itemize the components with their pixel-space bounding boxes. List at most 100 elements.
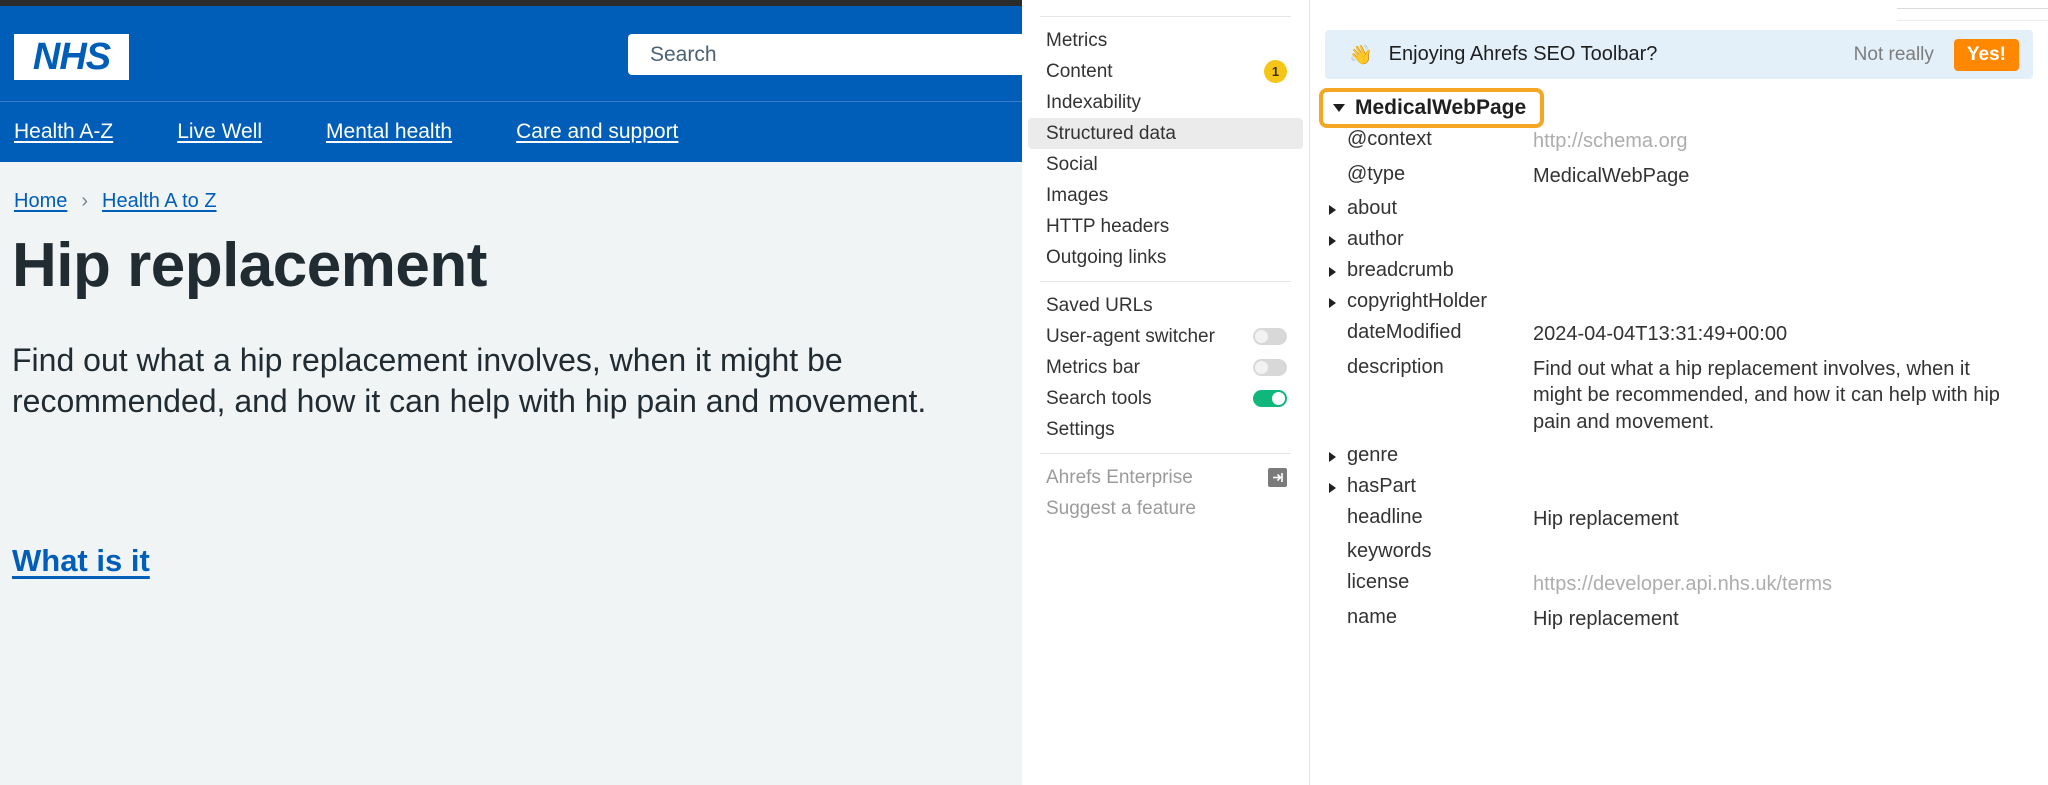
nhs-logo-text: NHS [33, 38, 110, 76]
menu-item-structured-data[interactable]: Structured data [1028, 118, 1303, 149]
structured-data-row[interactable]: genre [1311, 440, 2048, 471]
nhs-header: NHS Search [0, 6, 1022, 101]
structured-data-row[interactable]: copyrightHolder [1311, 286, 2048, 317]
nhs-webpage: NHS Search Health A-Z Live Well Mental hea… [0, 0, 1022, 785]
menu-item-label: Images [1046, 185, 1108, 207]
menu-divider [1040, 453, 1291, 454]
structured-data-row: descriptionFind out what a hip replaceme… [1311, 352, 2048, 440]
twisty-spacer [1329, 571, 1347, 579]
toggle-search-tools[interactable] [1253, 390, 1287, 407]
chevron-right-icon[interactable] [1329, 259, 1347, 277]
breadcrumb-item-home[interactable]: Home [14, 190, 67, 213]
structured-data-value: MedicalWebPage [1533, 163, 2048, 190]
nhs-logo[interactable]: NHS [14, 34, 129, 80]
menu-item-label: Metrics [1046, 30, 1107, 52]
structured-data-key: license [1347, 571, 1533, 594]
menu-item-metrics[interactable]: Metrics [1028, 25, 1303, 56]
chevron-right-icon[interactable] [1329, 444, 1347, 462]
menu-item-label: Metrics bar [1046, 357, 1140, 379]
nhs-nav-list: Health A-Z Live Well Mental health Care and… [0, 102, 1022, 162]
menu-item-label: Saved URLs [1046, 295, 1153, 317]
nav-list-item: Health A-Z [14, 120, 113, 144]
twisty-spacer [1329, 128, 1347, 136]
chevron-right-icon[interactable] [1329, 290, 1347, 308]
nhs-primary-nav: Health A-Z Live Well Mental health Care and… [0, 101, 1022, 162]
menu-item-label: Suggest a feature [1046, 498, 1196, 520]
structured-data-row[interactable]: hasPart [1311, 471, 2048, 502]
waving-hand-icon: 👋 [1349, 43, 1373, 67]
menu-item-user-agent-switcher[interactable]: User-agent switcher [1028, 321, 1303, 352]
menu-item-images[interactable]: Images [1028, 180, 1303, 211]
screenshot-root: NHS Search Health A-Z Live Well Mental hea… [0, 0, 2048, 785]
search-input[interactable]: Search [628, 34, 1022, 75]
menu-item-http-headers[interactable]: HTTP headers [1028, 211, 1303, 242]
menu-item-label: User-agent switcher [1046, 326, 1215, 348]
promo-accept-button[interactable]: Yes! [1954, 39, 2019, 71]
structured-data-value[interactable]: http://schema.org [1533, 128, 2048, 155]
nav-link-care-and-support[interactable]: Care and support [516, 120, 678, 143]
toggle-metrics-bar[interactable] [1253, 359, 1287, 376]
external-link-icon[interactable] [1268, 468, 1287, 487]
menu-item-label: HTTP headers [1046, 216, 1169, 238]
structured-data-key: author [1347, 228, 1533, 251]
menu-item-social[interactable]: Social [1028, 149, 1303, 180]
breadcrumb-item-health-a-to-z[interactable]: Health A to Z [102, 190, 217, 213]
menu-item-label: Content [1046, 61, 1113, 83]
structured-data-value: Hip replacement [1533, 606, 2048, 633]
menu-item-ahrefs-enterprise[interactable]: Ahrefs Enterprise [1028, 462, 1303, 493]
structured-data-row[interactable]: about [1311, 193, 2048, 224]
menu-item-label: Settings [1046, 419, 1115, 441]
structured-data-row: dateModified2024-04-04T13:31:49+00:00 [1311, 317, 2048, 352]
structured-data-key: genre [1347, 444, 1533, 467]
chevron-right-icon[interactable] [1329, 475, 1347, 493]
structured-data-key: keywords [1347, 540, 1533, 563]
twisty-spacer [1329, 506, 1347, 514]
structured-data-row[interactable]: author [1311, 224, 2048, 255]
menu-item-metrics-bar[interactable]: Metrics bar [1028, 352, 1303, 383]
section-link-what-is-it[interactable]: What is it [12, 543, 150, 579]
structured-data-row[interactable]: breadcrumb [1311, 255, 2048, 286]
structured-data-row: @contexthttp://schema.org [1311, 124, 2048, 159]
toggle-knob [1255, 361, 1268, 374]
structured-data-key: hasPart [1347, 475, 1533, 498]
ahrefs-toolbar-menu: Metrics Content 1 Indexability Structured da… [1022, 0, 1310, 785]
menu-item-label: Outgoing links [1046, 247, 1166, 269]
twisty-spacer [1329, 540, 1347, 548]
menu-item-content[interactable]: Content 1 [1028, 56, 1303, 87]
structured-data-key: name [1347, 606, 1533, 629]
nav-link-health-a-z[interactable]: Health A-Z [14, 120, 113, 143]
twisty-spacer [1329, 606, 1347, 614]
menu-item-indexability[interactable]: Indexability [1028, 87, 1303, 118]
chevron-right-icon[interactable] [1329, 228, 1347, 246]
menu-item-label: Structured data [1046, 123, 1176, 145]
structured-data-rows: @contexthttp://schema.org@typeMedicalWeb… [1311, 124, 2048, 636]
menu-item-saved-urls[interactable]: Saved URLs [1028, 290, 1303, 321]
chevron-down-icon [1333, 104, 1345, 112]
nav-list-item: Care and support [516, 120, 678, 144]
menu-item-label: Indexability [1046, 92, 1141, 114]
twisty-spacer [1329, 321, 1347, 329]
structured-data-key: about [1347, 197, 1533, 220]
toggle-knob [1255, 330, 1268, 343]
menu-item-outgoing-links[interactable]: Outgoing links [1028, 242, 1303, 273]
structured-data-type-header[interactable]: MedicalWebPage [1319, 88, 1544, 128]
structured-data-row: @typeMedicalWebPage [1311, 159, 2048, 194]
toggle-user-agent-switcher[interactable] [1253, 328, 1287, 345]
menu-item-badge: 1 [1264, 60, 1287, 83]
chevron-right-icon[interactable] [1329, 197, 1347, 215]
nav-link-live-well[interactable]: Live Well [177, 120, 262, 143]
twisty-spacer [1329, 356, 1347, 364]
structured-data-value[interactable]: https://developer.api.nhs.uk/terms [1533, 571, 2048, 598]
promo-decline-button[interactable]: Not really [1854, 44, 1934, 66]
menu-item-search-tools[interactable]: Search tools [1028, 383, 1303, 414]
menu-item-suggest-a-feature[interactable]: Suggest a feature [1028, 493, 1303, 524]
structured-data-value: Hip replacement [1533, 506, 2048, 533]
structured-data-panel: 👋 Enjoying Ahrefs SEO Toolbar? Not reall… [1311, 0, 2048, 785]
nhs-main-content: Home › Health A to Z Hip replacement Fin… [0, 162, 1022, 785]
structured-data-key: headline [1347, 506, 1533, 529]
structured-data-key: breadcrumb [1347, 259, 1533, 282]
promo-banner: 👋 Enjoying Ahrefs SEO Toolbar? Not reall… [1325, 30, 2033, 79]
menu-item-settings[interactable]: Settings [1028, 414, 1303, 445]
page-title: Hip replacement [12, 230, 487, 301]
nav-link-mental-health[interactable]: Mental health [326, 120, 452, 143]
